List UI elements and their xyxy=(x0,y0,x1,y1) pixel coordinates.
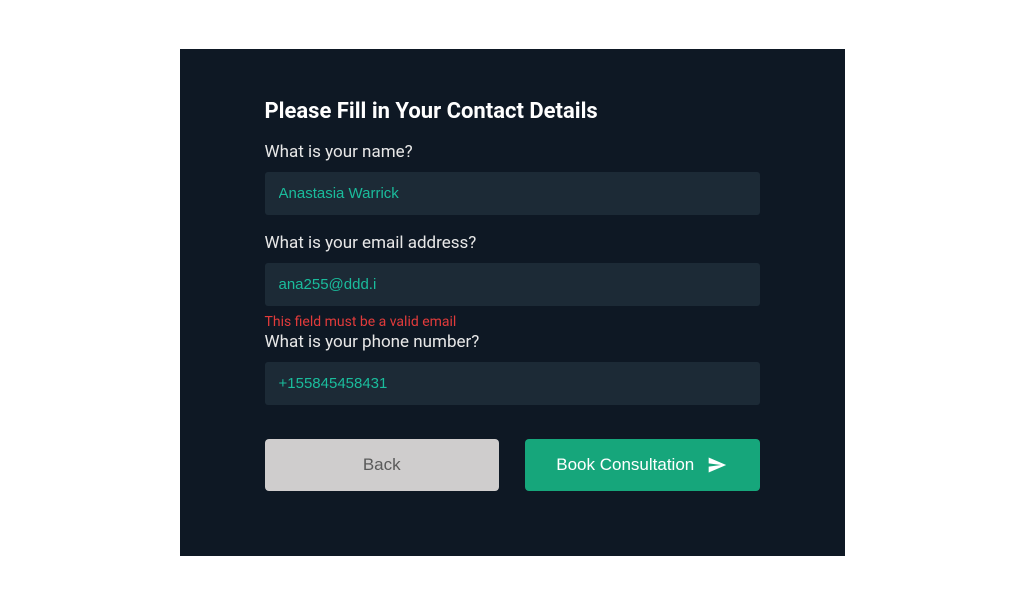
send-icon xyxy=(706,455,728,475)
contact-form-container: Please Fill in Your Contact Details What… xyxy=(180,49,845,556)
phone-label: What is your phone number? xyxy=(265,332,760,352)
phone-input[interactable] xyxy=(265,362,760,405)
name-label: What is your name? xyxy=(265,142,760,162)
form-title: Please Fill in Your Contact Details xyxy=(265,99,760,124)
email-input[interactable] xyxy=(265,263,760,306)
back-button-label: Back xyxy=(363,455,401,475)
button-row: Back Book Consultation xyxy=(265,439,760,491)
email-label: What is your email address? xyxy=(265,233,760,253)
back-button[interactable]: Back xyxy=(265,439,500,491)
email-error-message: This field must be a valid email xyxy=(265,314,760,330)
submit-button-label: Book Consultation xyxy=(556,455,694,475)
name-input[interactable] xyxy=(265,172,760,215)
submit-button[interactable]: Book Consultation xyxy=(525,439,760,491)
